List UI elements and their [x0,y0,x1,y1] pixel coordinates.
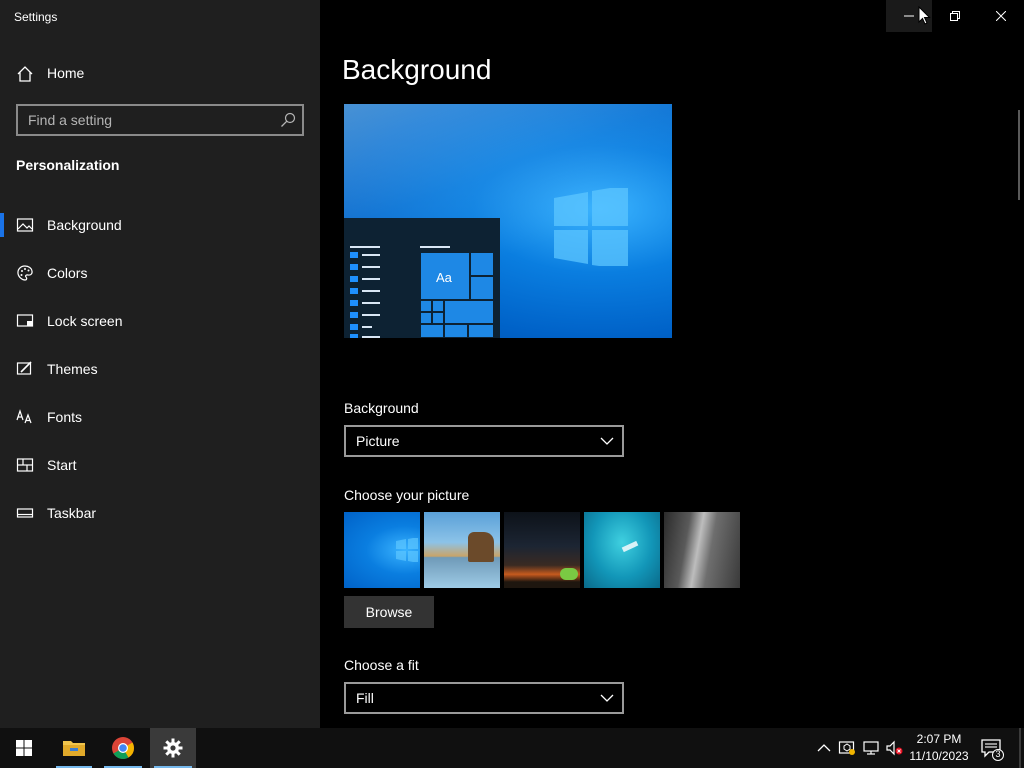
preview-sample-text: Aa [436,270,452,285]
fit-value: Fill [356,690,374,706]
lock-screen-icon [16,314,34,327]
clock-date: 11/10/2023 [909,749,969,763]
section-title: Personalization [16,157,120,173]
picture-thumbnail-windows[interactable] [344,512,420,588]
nav-home[interactable]: Home [0,58,320,90]
nav-home-label: Home [47,65,85,81]
sidebar-item-start[interactable]: Start [0,445,320,485]
picture-thumbnails [344,512,744,588]
desktop-preview: Aa [344,104,672,338]
settings-window: Settings Home Find a setting Personaliza… [0,0,1024,728]
brush-icon [16,361,32,375]
sidebar-item-taskbar[interactable]: Taskbar [0,493,320,533]
search-input[interactable]: Find a setting [16,104,304,136]
search-icon[interactable] [280,112,296,128]
chevron-down-icon [600,694,614,702]
volume-muted-icon[interactable] [885,739,903,757]
picture-thumbnail-underwater[interactable] [584,512,660,588]
taskbar-settings[interactable] [150,728,196,768]
taskbar-file-explorer[interactable] [52,728,96,768]
security-center-icon[interactable] [838,739,856,757]
close-icon [996,11,1006,21]
picture-icon [16,218,34,232]
sidebar-item-label: Taskbar [47,505,97,521]
sidebar-item-fonts[interactable]: Fonts [0,397,320,437]
background-type-dropdown[interactable]: Picture [344,425,624,457]
windows-logo-icon [16,740,32,756]
start-button[interactable] [0,728,48,768]
taskbar-chrome[interactable] [100,728,146,768]
sidebar-item-label: Start [47,457,77,473]
choose-fit-label: Choose a fit [344,657,419,673]
sidebar-item-background[interactable]: Background [0,205,320,245]
system-clock[interactable]: 2:07 PM 11/10/2023 [906,731,972,765]
sidebar-item-label: Background [47,217,122,233]
start-icon [16,458,34,472]
windows-logo-icon [554,188,628,266]
chevron-down-icon [600,437,614,445]
taskbar: 2:07 PM 11/10/2023 3 [0,728,1024,768]
show-desktop-button[interactable] [1019,728,1021,768]
choose-picture-label: Choose your picture [344,487,470,503]
search-placeholder: Find a setting [28,112,113,128]
picture-thumbnail-beach[interactable] [424,512,500,588]
folder-icon [63,741,85,756]
background-label: Background [344,400,419,416]
sidebar-item-label: Fonts [47,409,83,425]
preview-start-menu: Aa [344,218,500,338]
picture-thumbnail-rock[interactable] [664,512,740,588]
page-title: Background [342,54,492,85]
mouse-cursor-icon [918,6,931,25]
home-icon [17,66,33,82]
app-title: Settings [14,10,58,24]
sidebar-item-lock-screen[interactable]: Lock screen [0,301,320,341]
background-type-value: Picture [356,433,400,449]
action-center-button[interactable]: 3 [980,737,1004,761]
sidebar-item-label: Lock screen [47,313,123,329]
chevron-up-icon[interactable] [815,739,833,757]
sidebar-item-colors[interactable]: Colors [0,253,320,293]
sidebar-item-label: Colors [47,265,88,281]
picture-thumbnail-night-sky[interactable] [504,512,580,588]
notification-count: 3 [995,749,1001,759]
palette-icon [17,265,33,281]
main-content: Background Aa Background Picture Choose … [320,0,1024,728]
chrome-icon [112,737,134,759]
font-icon [16,409,32,424]
fit-dropdown[interactable]: Fill [344,682,624,714]
restore-button[interactable] [932,0,978,32]
browse-button[interactable]: Browse [344,596,434,628]
restore-icon [950,11,960,21]
gear-icon [163,738,183,758]
clock-time: 2:07 PM [916,732,962,746]
vertical-scrollbar[interactable] [1018,110,1020,200]
taskbar-icon [16,508,34,518]
network-icon[interactable] [862,739,880,757]
sidebar-item-themes[interactable]: Themes [0,349,320,389]
sidebar-item-label: Themes [47,361,98,377]
sidebar: Settings Home Find a setting Personaliza… [0,0,320,728]
minimize-icon [904,15,914,17]
close-button[interactable] [978,0,1024,32]
